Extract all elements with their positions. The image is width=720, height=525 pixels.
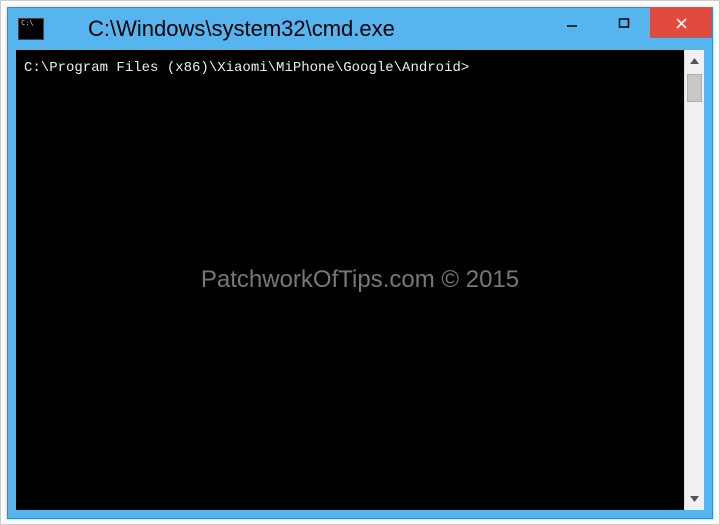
- close-button[interactable]: [650, 8, 712, 38]
- scroll-track[interactable]: [685, 72, 704, 488]
- prompt-text: C:\Program Files (x86)\Xiaomi\MiPhone\Go…: [24, 60, 469, 76]
- cmd-window: C:\Windows\system32\cmd.exe C:\Program: [7, 7, 713, 519]
- minimize-button[interactable]: [546, 8, 598, 38]
- client-area: C:\Program Files (x86)\Xiaomi\MiPhone\Go…: [16, 50, 704, 510]
- console-output[interactable]: C:\Program Files (x86)\Xiaomi\MiPhone\Go…: [16, 50, 684, 510]
- window-title: C:\Windows\system32\cmd.exe: [88, 16, 395, 42]
- maximize-icon: [618, 17, 630, 29]
- minimize-icon: [566, 17, 578, 29]
- vertical-scrollbar[interactable]: [684, 50, 704, 510]
- scroll-thumb[interactable]: [687, 74, 702, 102]
- cmd-app-icon: [18, 18, 44, 40]
- titlebar[interactable]: C:\Windows\system32\cmd.exe: [8, 8, 712, 50]
- close-icon: [675, 17, 688, 30]
- scroll-down-arrow-icon[interactable]: [685, 488, 704, 510]
- window-controls: [546, 8, 712, 38]
- maximize-button[interactable]: [598, 8, 650, 38]
- scroll-up-arrow-icon[interactable]: [685, 50, 704, 72]
